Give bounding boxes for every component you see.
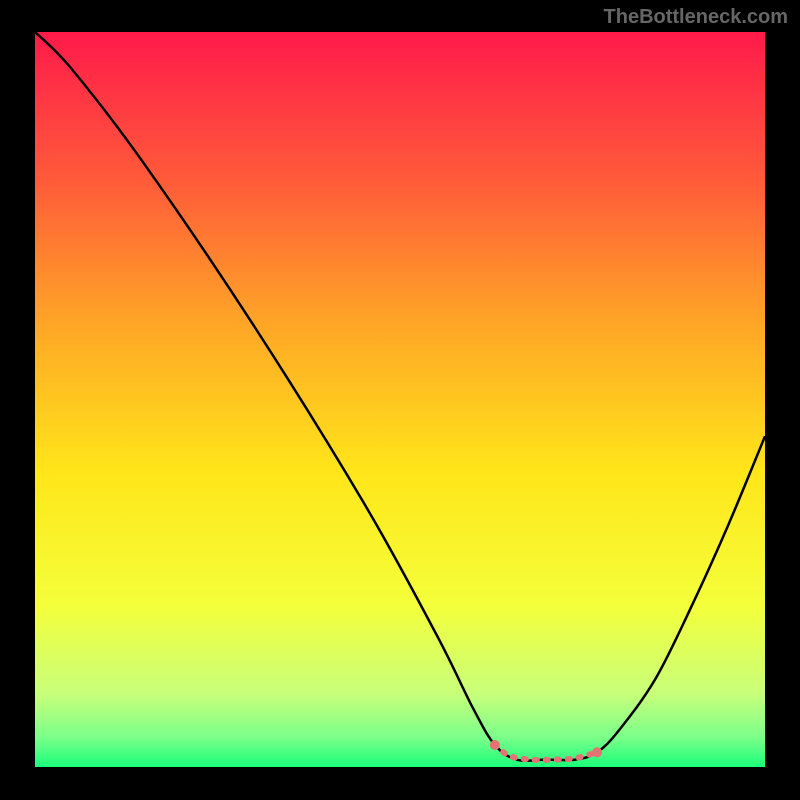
watermark-text: TheBottleneck.com — [604, 6, 788, 29]
chart-svg — [35, 32, 765, 767]
gradient-background — [35, 32, 765, 767]
chart-area — [35, 32, 765, 767]
